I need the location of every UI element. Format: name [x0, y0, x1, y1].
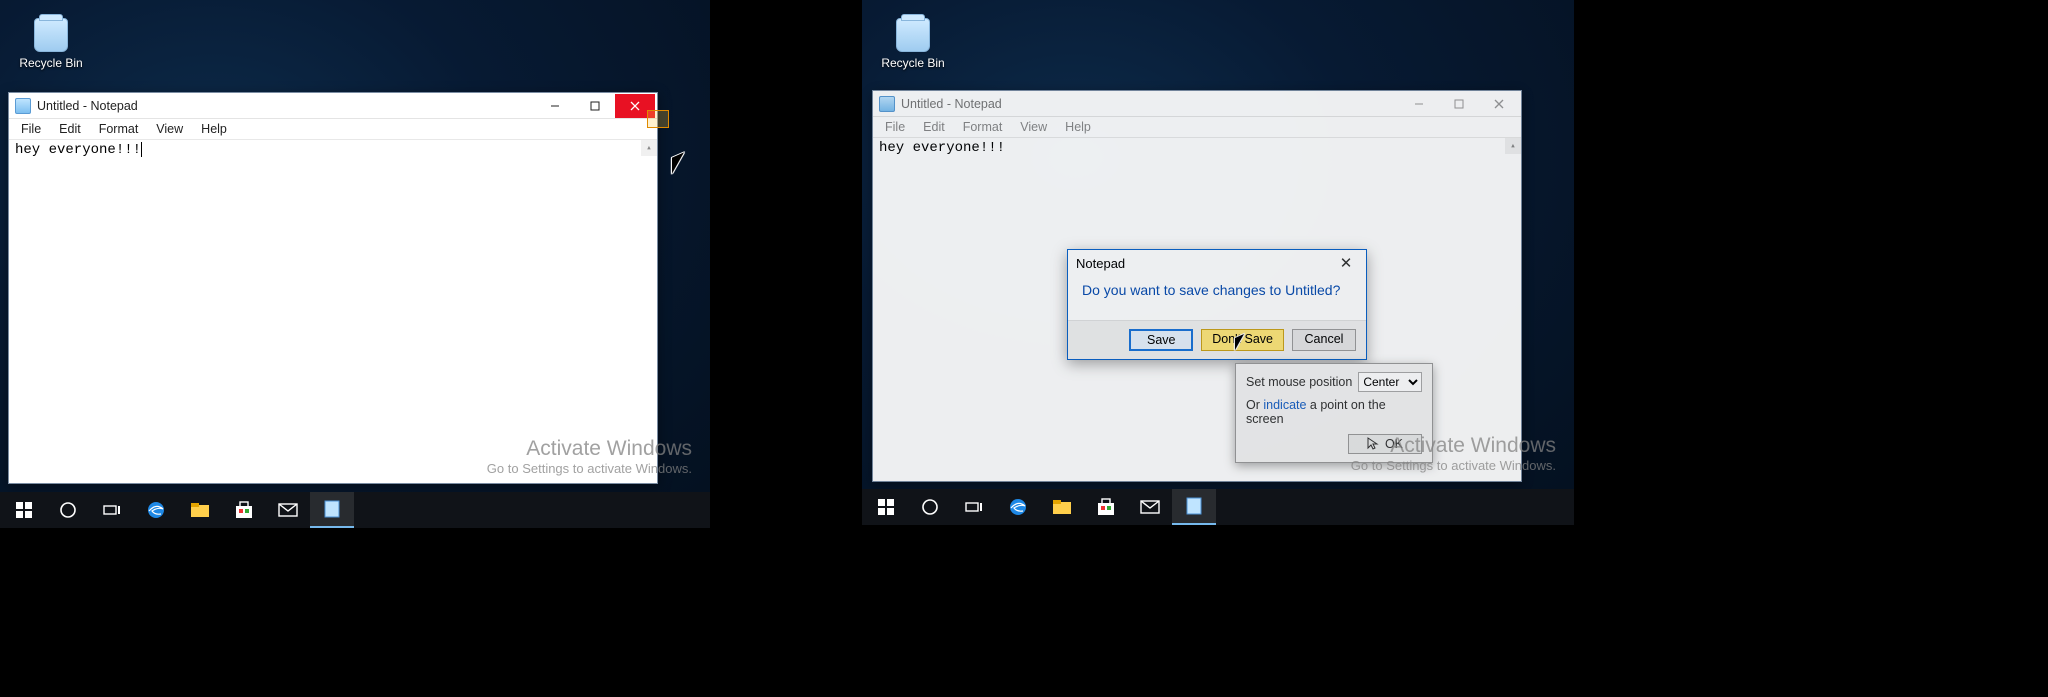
watermark-sub: Go to Settings to activate Windows.: [1351, 458, 1556, 473]
scroll-up-button[interactable]: ▴: [1505, 138, 1521, 154]
menu-view[interactable]: View: [148, 121, 191, 137]
menu-help[interactable]: Help: [193, 121, 235, 137]
editor-content: hey everyone!!!: [15, 142, 141, 158]
edge-icon[interactable]: [996, 489, 1040, 525]
indicate-link[interactable]: indicate: [1263, 398, 1306, 412]
file-explorer-icon[interactable]: [1040, 489, 1084, 525]
desktop-left: Recycle Bin Untitled - Notepad File Edit…: [0, 0, 710, 528]
menu-format[interactable]: Format: [955, 119, 1011, 135]
close-button[interactable]: [615, 94, 655, 118]
minimize-button[interactable]: [535, 94, 575, 118]
edge-icon[interactable]: [134, 492, 178, 528]
store-icon[interactable]: [1084, 489, 1128, 525]
text-caret: [141, 142, 142, 157]
dialog-close-button[interactable]: ✕: [1334, 254, 1358, 272]
popover-hint: Or indicate a point on the screen: [1246, 398, 1422, 426]
notepad-window: Untitled - Notepad File Edit Format View…: [872, 90, 1522, 482]
taskbar: [0, 492, 710, 528]
notepad-icon: [15, 98, 31, 114]
task-view-icon[interactable]: [952, 489, 996, 525]
maximize-button[interactable]: [575, 94, 615, 118]
dialog-message: Do you want to save changes to Untitled?: [1068, 276, 1366, 320]
store-icon[interactable]: [222, 492, 266, 528]
save-button[interactable]: Save: [1129, 329, 1193, 351]
task-view-icon[interactable]: [90, 492, 134, 528]
notepad-icon: [879, 96, 895, 112]
popover-label: Set mouse position: [1246, 375, 1352, 389]
window-title: Untitled - Notepad: [901, 97, 1002, 111]
recycle-bin-label: Recycle Bin: [878, 56, 948, 70]
file-explorer-icon[interactable]: [178, 492, 222, 528]
cortana-search-icon[interactable]: [46, 492, 90, 528]
mail-icon[interactable]: [266, 492, 310, 528]
activation-watermark: Activate Windows Go to Settings to activ…: [487, 437, 692, 476]
cancel-button[interactable]: Cancel: [1292, 329, 1356, 351]
minimize-button[interactable]: [1399, 92, 1439, 116]
menu-file[interactable]: File: [877, 119, 913, 135]
recycle-bin[interactable]: Recycle Bin: [16, 18, 86, 70]
taskbar-notepad[interactable]: [1172, 489, 1216, 525]
scroll-up-button[interactable]: ▴: [641, 140, 657, 156]
titlebar[interactable]: Untitled - Notepad: [9, 93, 657, 119]
recycle-bin-label: Recycle Bin: [16, 56, 86, 70]
mouse-position-select[interactable]: Center: [1358, 372, 1422, 392]
menubar: File Edit Format View Help: [873, 117, 1521, 137]
recycle-bin[interactable]: Recycle Bin: [878, 18, 948, 70]
recycle-bin-icon: [896, 18, 930, 52]
maximize-button[interactable]: [1439, 92, 1479, 116]
menu-format[interactable]: Format: [91, 121, 147, 137]
menu-help[interactable]: Help: [1057, 119, 1099, 135]
menu-edit[interactable]: Edit: [51, 121, 89, 137]
watermark-title: Activate Windows: [1351, 434, 1556, 458]
activation-watermark: Activate Windows Go to Settings to activ…: [1351, 434, 1556, 473]
dialog-button-row: Save Don't Save Cancel: [1068, 320, 1366, 359]
menubar: File Edit Format View Help: [9, 119, 657, 139]
titlebar[interactable]: Untitled - Notepad: [873, 91, 1521, 117]
taskbar-notepad[interactable]: [310, 492, 354, 528]
start-button[interactable]: [2, 492, 46, 528]
dont-save-button[interactable]: Don't Save: [1201, 329, 1284, 351]
close-button[interactable]: [1479, 92, 1519, 116]
desktop-right: Recycle Bin Untitled - Notepad File Edit…: [862, 0, 1574, 525]
dialog-title: Notepad: [1076, 256, 1125, 271]
menu-file[interactable]: File: [13, 121, 49, 137]
window-title: Untitled - Notepad: [37, 99, 138, 113]
start-button[interactable]: [864, 489, 908, 525]
watermark-title: Activate Windows: [487, 437, 692, 461]
menu-view[interactable]: View: [1012, 119, 1055, 135]
cortana-search-icon[interactable]: [908, 489, 952, 525]
save-dialog: Notepad ✕ Do you want to save changes to…: [1067, 249, 1367, 360]
menu-edit[interactable]: Edit: [915, 119, 953, 135]
recycle-bin-icon: [34, 18, 68, 52]
dialog-titlebar[interactable]: Notepad ✕: [1068, 250, 1366, 276]
notepad-window: Untitled - Notepad File Edit Format View…: [8, 92, 658, 484]
watermark-sub: Go to Settings to activate Windows.: [487, 461, 692, 476]
taskbar: [862, 489, 1574, 525]
editor-content: hey everyone!!!: [879, 140, 1005, 156]
mail-icon[interactable]: [1128, 489, 1172, 525]
text-editor[interactable]: hey everyone!!! ▴: [9, 139, 657, 483]
